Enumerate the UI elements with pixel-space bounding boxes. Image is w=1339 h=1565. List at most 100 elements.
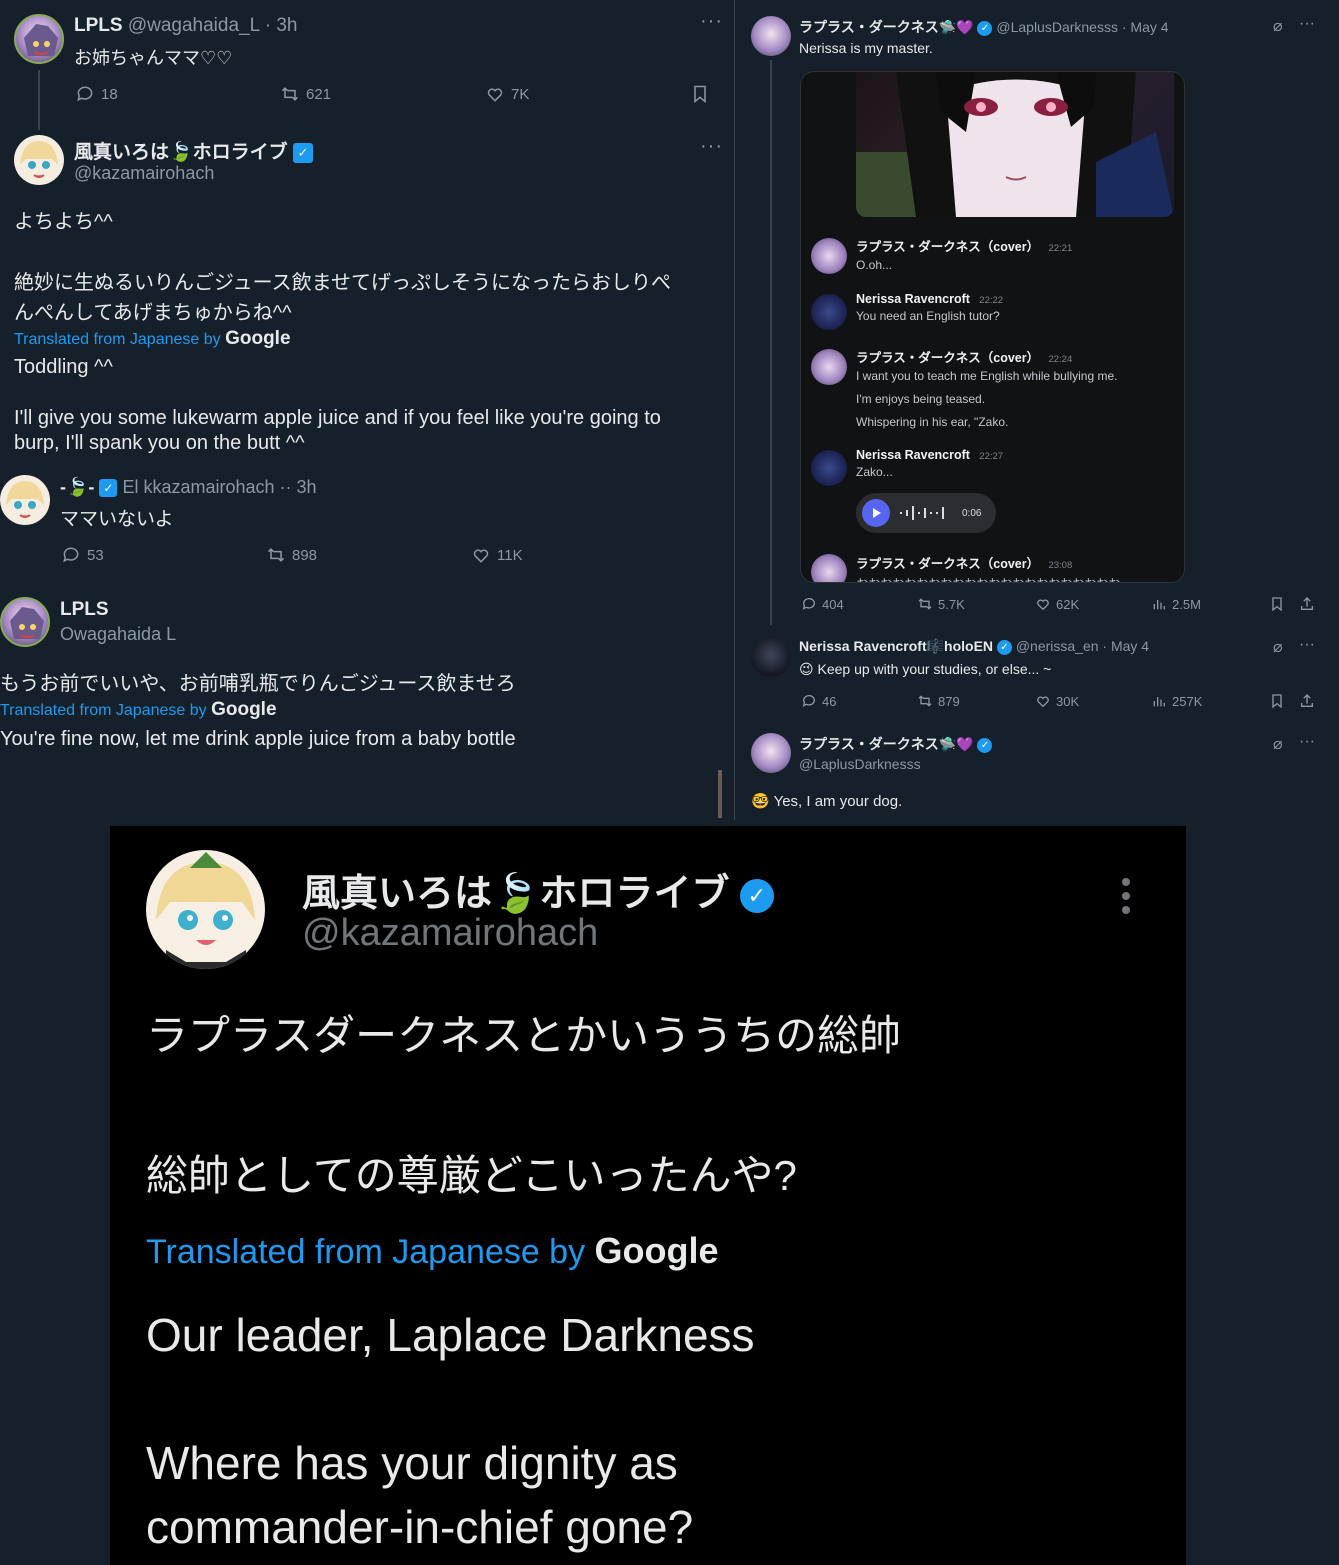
like-button[interactable]: 7K: [485, 84, 529, 104]
more-icon[interactable]: [1122, 878, 1134, 914]
more-icon[interactable]: ···: [700, 10, 723, 33]
avatar[interactable]: [14, 135, 64, 185]
avatar[interactable]: [751, 637, 791, 677]
avatar: [811, 238, 847, 274]
tweet-text: 😉 Keep up with your studies, or else... …: [799, 661, 1052, 677]
more-icon[interactable]: ···: [1299, 636, 1315, 654]
author-name[interactable]: Nerissa Ravencroft🎼holoEN: [799, 638, 993, 654]
more-icon[interactable]: ···: [700, 135, 723, 158]
retweet-button[interactable]: 898: [266, 545, 317, 565]
bookmark-button[interactable]: [690, 84, 710, 104]
retweet-button[interactable]: 879: [917, 693, 960, 709]
like-icon: [1037, 599, 1049, 611]
author-name[interactable]: ラプラス・ダークネス🛸💜: [799, 736, 974, 752]
reply-count: 53: [87, 546, 104, 564]
author-handle[interactable]: @kazamairohach: [74, 163, 214, 184]
avatar[interactable]: [751, 733, 791, 773]
avatar[interactable]: [146, 850, 265, 969]
views-button[interactable]: 257K: [1151, 693, 1202, 709]
share-icon: [1301, 597, 1313, 610]
tweet-text-line: 総帥としての尊厳どこいったんや?: [146, 1152, 797, 1199]
retweet-icon: [918, 695, 932, 707]
tweet-text-line: んぺんしてあげまちゅからね^^: [14, 302, 292, 324]
grok-icon[interactable]: ⌀: [1273, 16, 1283, 36]
tweet-text: ママいないよ: [60, 509, 174, 530]
author-name[interactable]: 風真いろは🍃ホロライブ: [302, 873, 729, 915]
verified-icon: ✓: [977, 737, 993, 753]
avatar[interactable]: [14, 14, 64, 64]
retweet-icon: [267, 548, 285, 562]
translation-line: Where has your dignity as: [146, 1437, 678, 1489]
reply-count: 18: [101, 85, 118, 103]
waveform-icon: [900, 506, 944, 520]
author-handle[interactable]: El kkazamairohach ·· 3h: [122, 477, 316, 497]
translated-label[interactable]: Translated from Japanese by: [0, 702, 207, 719]
discord-username: ラプラス・ダークネス（cover）: [856, 240, 1040, 254]
tweet-text-line: 絶妙に生ぬるいりんごジュース飲ませてげっぷしそうになったらおしりぺ: [14, 272, 671, 294]
avatar[interactable]: [0, 475, 50, 525]
reply-button[interactable]: 53: [61, 545, 104, 565]
author-handle[interactable]: @LaplusDarknesss · May 4: [996, 19, 1168, 35]
translation-line: burp, I'll spank you on the butt ^^: [14, 432, 305, 454]
discord-message: Zako...: [856, 465, 893, 479]
reply-icon: [77, 86, 93, 102]
translation-line: Toddling ^^: [14, 356, 113, 378]
bookmark-button[interactable]: [1269, 596, 1285, 612]
like-button[interactable]: 30K: [1035, 693, 1079, 709]
views-button[interactable]: 2.5M: [1151, 596, 1201, 612]
google-logo: Google: [594, 1230, 719, 1271]
verified-icon: ✓: [739, 878, 774, 913]
author-handle[interactable]: Owagahaida L: [60, 624, 176, 645]
discord-message: おおおおおおおおおおおおおおおおおおおおおお: [856, 575, 1120, 582]
like-button[interactable]: 11K: [471, 545, 523, 565]
discord-timestamp: 22:24: [1048, 354, 1073, 365]
author-name[interactable]: ラプラス・ダークネス🛸💜: [799, 19, 974, 35]
views-icon: [1153, 697, 1165, 707]
google-logo: Google: [225, 328, 291, 349]
play-icon[interactable]: [862, 499, 890, 527]
translated-label[interactable]: Translated from Japanese by: [14, 331, 221, 348]
translation-line: commander-in-chief gone?: [146, 1501, 694, 1553]
translated-label[interactable]: Translated from Japanese by: [146, 1233, 585, 1271]
share-icon: [1301, 694, 1313, 707]
avatar[interactable]: [751, 16, 791, 56]
reply-button[interactable]: 18: [75, 84, 118, 104]
author-handle[interactable]: @wagahaida_L · 3h: [128, 15, 298, 36]
like-button[interactable]: 62K: [1035, 596, 1079, 612]
author-name[interactable]: 風真いろは🍃ホロライブ: [74, 142, 288, 163]
tweet-text: もうお前でいいや、お前哺乳瓶でりんごジュース飲ませろ: [0, 673, 516, 695]
discord-message: You need an English tutor?: [856, 309, 1000, 323]
verified-icon: ✓: [977, 20, 993, 36]
avatar[interactable]: [0, 597, 50, 647]
reply-icon: [802, 695, 815, 707]
more-icon[interactable]: ···: [1299, 733, 1315, 751]
like-icon: [473, 549, 489, 563]
reply-button[interactable]: 46: [801, 693, 836, 709]
thread-line: [38, 70, 40, 130]
like-count: 11K: [497, 546, 523, 564]
reply-count: 46: [822, 693, 837, 709]
share-button[interactable]: [1299, 596, 1315, 612]
author-name[interactable]: LPLS: [74, 15, 123, 36]
voice-message[interactable]: 0:06: [856, 493, 996, 533]
grok-icon[interactable]: ⌀: [1273, 637, 1283, 657]
retweet-count: 898: [292, 546, 318, 564]
more-icon[interactable]: ···: [1299, 15, 1315, 33]
retweet-button[interactable]: 621: [280, 84, 331, 104]
author-name[interactable]: LPLS: [60, 599, 109, 621]
author-name[interactable]: -🍃-: [60, 477, 94, 497]
author-handle[interactable]: @nerissa_en · May 4: [1016, 638, 1149, 654]
reply-button[interactable]: 404: [801, 596, 844, 612]
retweet-button[interactable]: 5.7K: [917, 596, 965, 612]
retweet-count: 621: [306, 85, 332, 103]
discord-screenshot[interactable]: ラプラス・ダークネス（cover） 22:21 O.oh... Nerissa …: [800, 71, 1185, 583]
bookmark-button[interactable]: [1269, 693, 1285, 709]
bookmark-icon: [694, 85, 706, 104]
author-handle[interactable]: @kazamairohach: [302, 912, 598, 955]
grok-icon[interactable]: ⌀: [1273, 734, 1283, 754]
right-panel: ラプラス・ダークネス🛸💜 ✓ @LaplusDarknesss · May 4 …: [734, 0, 1339, 820]
verified-icon: ✓: [996, 639, 1012, 655]
share-button[interactable]: [1299, 693, 1315, 709]
avatar: [811, 450, 847, 486]
author-handle[interactable]: @LaplusDarknesss: [799, 756, 921, 772]
